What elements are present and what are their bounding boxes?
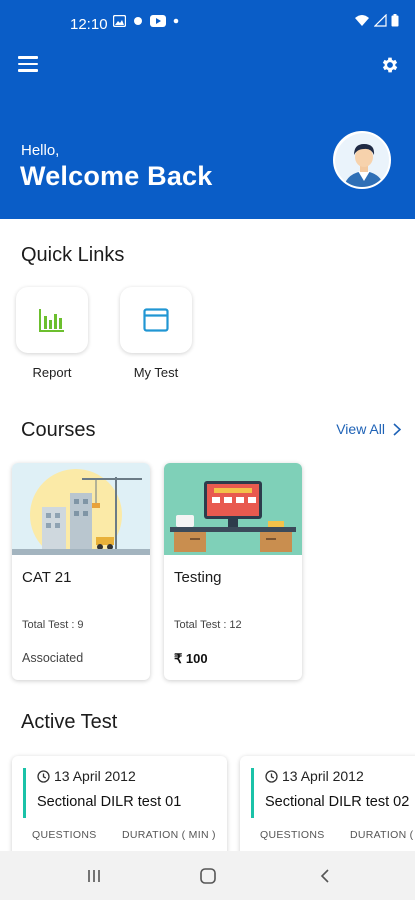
test-name: Sectional DILR test 02: [265, 794, 410, 810]
clock-icon: [37, 769, 50, 783]
status-time: 12:10: [70, 16, 108, 33]
system-navigation-bar: [0, 851, 415, 900]
youtube-icon: [150, 15, 166, 27]
home-button[interactable]: [196, 865, 220, 887]
user-avatar-icon: [335, 133, 389, 187]
bar-chart-icon: [39, 309, 64, 332]
course-total-tests: Total Test : 9: [22, 619, 84, 631]
signal-icon: [374, 14, 387, 27]
app-header: 12:10 Hello, Welcome Back: [0, 0, 415, 219]
course-image: [12, 463, 150, 555]
course-name: Testing: [174, 569, 222, 586]
test-desk-illustration: [164, 463, 302, 555]
home-icon: [200, 868, 216, 884]
test-date: 13 April 2012: [37, 768, 136, 784]
clock-icon: [265, 769, 278, 783]
quick-link-my-test-box[interactable]: [120, 287, 192, 353]
quick-link-report-label: Report: [32, 365, 72, 380]
system-icons: [354, 14, 399, 27]
test-date: 13 April 2012: [265, 768, 364, 784]
recent-apps-icon: [88, 870, 100, 882]
window-icon: [143, 308, 169, 332]
active-test-title: Active Test: [21, 711, 118, 733]
construction-illustration: [12, 463, 150, 555]
course-status: Associated: [22, 651, 84, 665]
course-name: CAT 21: [22, 569, 72, 586]
test-date-text: 13 April 2012: [282, 768, 364, 784]
course-card[interactable]: Testing Total Test : 12 ₹ 100: [164, 463, 302, 680]
gear-icon[interactable]: [380, 55, 400, 75]
back-button[interactable]: [313, 865, 337, 887]
duration-label: DURATION ( MIN ): [350, 829, 415, 841]
view-all-link[interactable]: View All: [336, 421, 401, 437]
test-date-text: 13 April 2012: [54, 768, 136, 784]
recent-apps-button[interactable]: [82, 865, 106, 887]
view-all-label: View All: [336, 421, 385, 437]
course-image: [164, 463, 302, 555]
image-icon: [113, 15, 126, 27]
questions-label: QUESTIONS: [260, 829, 325, 841]
course-total-tests: Total Test : 12: [174, 619, 242, 631]
courses-title: Courses: [21, 419, 96, 441]
status-bar: 12:10: [0, 0, 415, 46]
quick-link-my-test-label: My Test: [133, 365, 179, 380]
welcome-title: Welcome Back: [20, 161, 213, 191]
questions-label: QUESTIONS: [32, 829, 97, 841]
greeting-label: Hello,: [21, 142, 60, 159]
menu-icon[interactable]: [18, 56, 40, 74]
course-card[interactable]: CAT 21 Total Test : 9 Associated: [12, 463, 150, 680]
back-icon: [320, 869, 329, 883]
quick-links-title: Quick Links: [21, 244, 125, 266]
wifi-icon: [355, 15, 369, 26]
avatar[interactable]: [333, 131, 391, 189]
small-dot-icon: [173, 18, 179, 24]
course-price: ₹ 100: [174, 651, 208, 666]
test-accent-bar: [23, 768, 26, 818]
notification-icons: [113, 15, 179, 27]
battery-icon: [391, 14, 399, 27]
notification-dot-icon: [134, 17, 142, 25]
quick-link-my-test[interactable]: My Test: [120, 287, 192, 380]
test-accent-bar: [251, 768, 254, 818]
chevron-right-icon: [393, 422, 401, 436]
quick-link-report[interactable]: Report: [16, 287, 88, 380]
quick-link-report-box[interactable]: [16, 287, 88, 353]
duration-label: DURATION ( MIN ): [122, 829, 216, 841]
test-name: Sectional DILR test 01: [37, 794, 182, 810]
